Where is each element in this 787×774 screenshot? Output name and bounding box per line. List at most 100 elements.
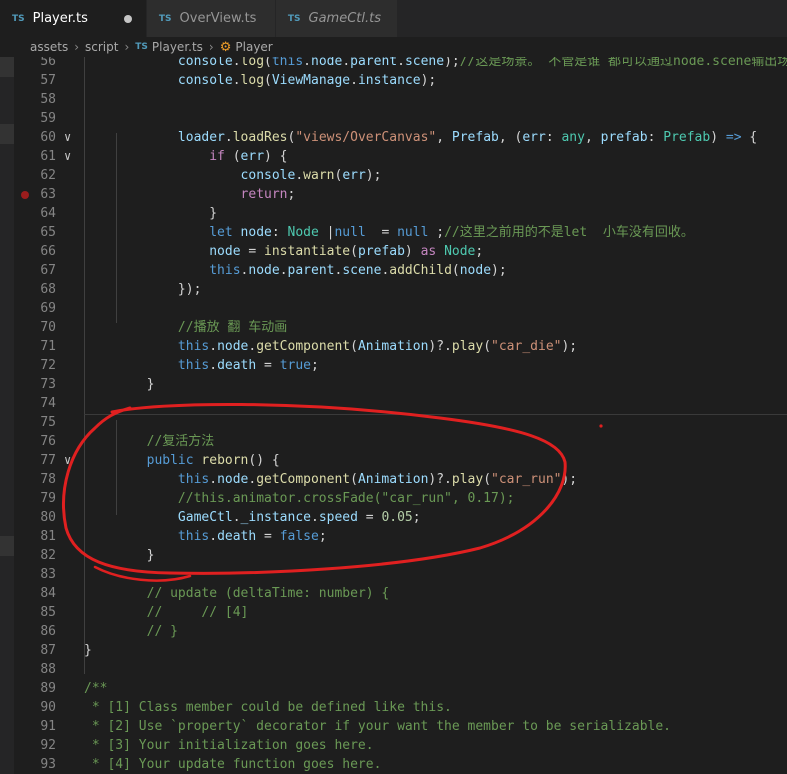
code-line[interactable]: 75	[0, 413, 787, 432]
code-token: return	[240, 187, 288, 202]
indent-guide	[116, 133, 117, 323]
code-token: );	[420, 73, 437, 88]
typescript-file-icon: TS	[287, 13, 301, 24]
code-line[interactable]: 86 // }	[0, 622, 787, 641]
code-line[interactable]: 67 this.node.parent.scene.addChild(node)…	[0, 261, 787, 280]
code-line[interactable]: 57 console.log(ViewManage.instance);	[0, 71, 787, 90]
chevron-right-icon: ›	[124, 40, 130, 54]
code-line[interactable]: 79 //this.animator.crossFade("car_run", …	[0, 489, 787, 508]
code-token: ,	[436, 130, 452, 145]
code-token: ;	[428, 225, 445, 240]
tab-player-ts[interactable]: TS Player.ts	[0, 0, 147, 37]
code-token: ,	[584, 130, 601, 145]
code-line[interactable]: 61 ∨ if (err) {	[0, 147, 787, 166]
code-token: (	[350, 472, 358, 487]
code-token: this	[177, 358, 210, 373]
code-line[interactable]: 62 console.warn(err);	[0, 166, 787, 185]
code-token: (	[483, 339, 492, 354]
code-text: //播放 翻 车动画	[84, 318, 287, 337]
code-line[interactable]: 83	[0, 565, 787, 584]
line-number: 78	[40, 472, 56, 487]
fold-chevron-icon[interactable]: ∨	[64, 147, 78, 166]
code-line[interactable]: 65 let node: Node |null = null ;//这里之前用的…	[0, 223, 787, 242]
code-line[interactable]: 78 this.node.getComponent(Animation)?.pl…	[0, 470, 787, 489]
code-token: .	[232, 73, 241, 88]
code-line[interactable]: 91 * [2] Use `property` decorator if you…	[0, 717, 787, 736]
code-line[interactable]: 74	[0, 394, 787, 413]
code-line[interactable]: 81 this.death = false;	[0, 527, 787, 546]
code-editor[interactable]: 56 console.log(this.node.parent.scene);/…	[0, 57, 787, 774]
breadcrumb-item-script[interactable]: script	[85, 40, 118, 54]
code-token: death	[217, 358, 257, 373]
code-line[interactable]: 85 // // [4]	[0, 603, 787, 622]
code-token: getComponent	[256, 472, 351, 487]
breadcrumb-item-assets[interactable]: assets	[30, 40, 68, 54]
code-line[interactable]: 66 node = instantiate(prefab) as Node;	[0, 242, 787, 261]
code-text: }	[84, 204, 217, 223]
code-line[interactable]: 63 return;	[0, 185, 787, 204]
code-line[interactable]: 69	[0, 299, 787, 318]
code-line[interactable]: 88	[0, 660, 787, 679]
code-line[interactable]: 73 }	[0, 375, 787, 394]
breadcrumb-item-file[interactable]: Player.ts	[152, 40, 203, 54]
code-line[interactable]: 72 this.death = true;	[0, 356, 787, 375]
code-token: =	[256, 358, 280, 373]
code-text: //this.animator.crossFade("car_run", 0.1…	[84, 489, 515, 508]
code-line[interactable]: 64 }	[0, 204, 787, 223]
fold-chevron-icon[interactable]: ∨	[64, 128, 78, 147]
code-token: /**	[84, 681, 108, 696]
code-token: log	[240, 57, 265, 69]
code-token: * [2] Use `property` decorator if your w…	[84, 719, 671, 734]
code-line[interactable]: 60 ∨ loader.loadRes("views/OverCanvas", P…	[0, 128, 787, 147]
tab-gamectl-ts[interactable]: TS GameCtl.ts	[275, 0, 398, 37]
code-token: this	[209, 263, 241, 278]
code-line[interactable]: 71 this.node.getComponent(Animation)?.pl…	[0, 337, 787, 356]
code-text: this.node.getComponent(Animation)?.play(…	[84, 470, 577, 489]
code-token: play	[451, 339, 484, 354]
code-line[interactable]: 89 /**	[0, 679, 787, 698]
line-number: 75	[40, 415, 56, 430]
code-token: "car_run"	[491, 472, 562, 487]
code-line[interactable]: 56 console.log(this.node.parent.scene);/…	[0, 57, 787, 71]
code-text: this.death = true;	[84, 356, 319, 375]
fold-chevron-icon[interactable]: ∨	[64, 451, 78, 470]
code-token: this	[177, 339, 210, 354]
line-number: 87	[40, 643, 56, 658]
code-line[interactable]: 59	[0, 109, 787, 128]
code-token: GameCtl	[177, 510, 233, 525]
line-number: 86	[40, 624, 56, 639]
code-token: null	[334, 225, 366, 240]
breadcrumb-item-symbol[interactable]: Player	[235, 40, 272, 54]
code-line[interactable]: 68 });	[0, 280, 787, 299]
code-token: =	[256, 529, 280, 544]
code-line[interactable]: 76 //复活方法	[0, 432, 787, 451]
code-token: }	[84, 643, 92, 658]
code-line[interactable]: 77 ∨ public reborn() {	[0, 451, 787, 470]
tab-label: OverView.ts	[179, 11, 257, 26]
code-token: prefab	[600, 130, 648, 145]
code-line[interactable]: 93 * [4] Your update function goes here.	[0, 755, 787, 774]
class-symbol-icon: ⚙	[219, 39, 232, 55]
code-token: * [1] Class member could be defined like…	[84, 700, 452, 715]
code-line[interactable]: 84 // update (deltaTime: number) {	[0, 584, 787, 603]
code-text: }	[84, 546, 155, 565]
code-text: }	[84, 375, 155, 394]
code-line[interactable]: 70 //播放 翻 车动画	[0, 318, 787, 337]
unsaved-dot-icon[interactable]	[123, 14, 132, 23]
code-line[interactable]: 80 GameCtl._instance.speed = 0.05;	[0, 508, 787, 527]
code-line[interactable]: 82 }	[0, 546, 787, 565]
code-line[interactable]: 90 * [1] Class member could be defined l…	[0, 698, 787, 717]
code-line[interactable]: 92 * [3] Your initialization goes here.	[0, 736, 787, 755]
line-number: 69	[40, 301, 56, 316]
code-token: "views/OverCanvas"	[295, 130, 437, 145]
code-line[interactable]: 58	[0, 90, 787, 109]
code-token: =	[357, 510, 382, 525]
code-line[interactable]: 87}	[0, 641, 787, 660]
tab-overview-ts[interactable]: TS OverView.ts	[146, 0, 276, 37]
code-token: speed	[318, 510, 358, 525]
